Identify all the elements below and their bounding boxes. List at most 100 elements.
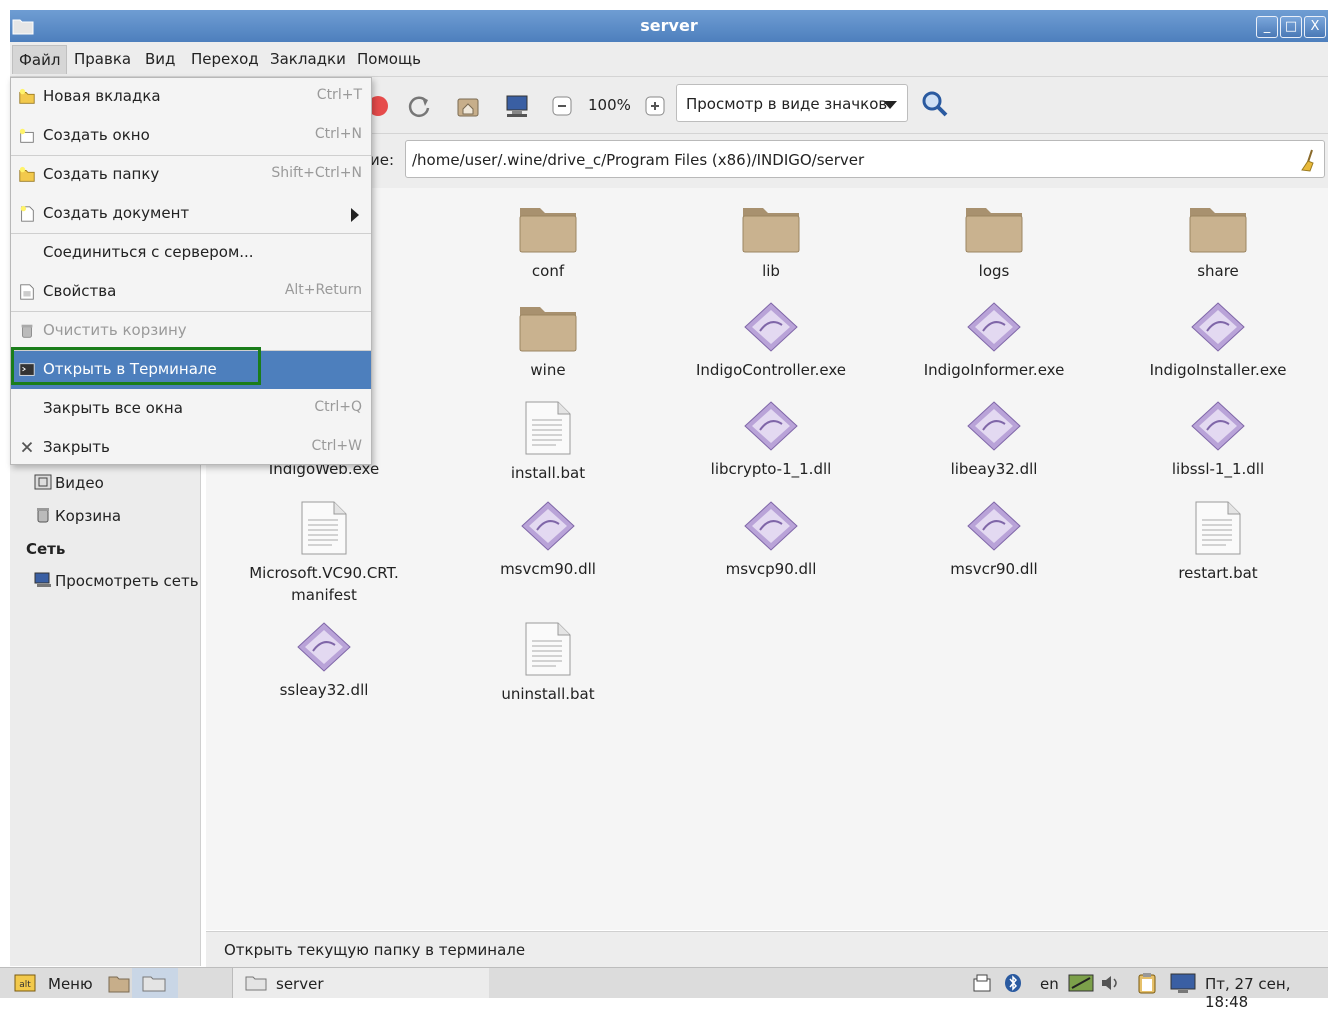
file-name: share — [1197, 262, 1239, 280]
file-menu-item[interactable]: Соединиться с сервером... — [11, 234, 371, 272]
clear-broom-icon[interactable] — [1298, 148, 1318, 172]
file-menu-item[interactable]: Закрыть Ctrl+W — [11, 429, 371, 467]
maximize-button[interactable]: □ — [1280, 16, 1302, 38]
reload-icon[interactable] — [406, 93, 432, 119]
file-name-line2: manifest — [291, 586, 357, 604]
file-item[interactable]: conf — [448, 202, 648, 282]
close-window-button[interactable]: X — [1304, 16, 1326, 38]
file-menu-item[interactable]: Создать папку Shift+Ctrl+N — [11, 156, 371, 194]
text-file-icon — [525, 622, 571, 676]
clipboard-icon[interactable] — [1136, 972, 1158, 994]
sidebar-item-label: Видео — [55, 474, 104, 492]
network-status-icon[interactable] — [1068, 973, 1094, 993]
computer-icon[interactable] — [504, 93, 530, 119]
new-window-icon — [19, 128, 34, 143]
bluetooth-icon[interactable] — [1004, 973, 1022, 993]
executable-icon — [521, 501, 575, 551]
minimize-button[interactable]: _ — [1256, 16, 1278, 38]
file-name: msvcm90.dll — [500, 560, 596, 578]
close-icon — [21, 441, 33, 453]
home-folder-icon[interactable] — [108, 973, 130, 993]
task-server[interactable]: server — [232, 968, 489, 998]
file-menu-item-shortcut: Shift+Ctrl+N — [271, 165, 362, 181]
file-menu-item-label: Создать окно — [43, 126, 150, 144]
file-item[interactable]: wine — [448, 301, 648, 381]
file-item[interactable]: IndigoController.exe — [671, 301, 871, 381]
file-item[interactable]: install.bat — [448, 400, 648, 484]
show-desktop-button[interactable] — [132, 968, 178, 998]
home-icon[interactable] — [455, 93, 481, 119]
file-item[interactable]: uninstall.bat — [448, 621, 648, 705]
menu-bookmarks[interactable]: Закладки — [270, 50, 346, 68]
file-menu-item[interactable]: Новая вкладка Ctrl+T — [11, 78, 371, 116]
chevron-down-icon — [883, 101, 897, 109]
menu-view[interactable]: Вид — [145, 50, 175, 68]
window-titlebar[interactable]: server _ □ X — [10, 10, 1328, 43]
file-name: logs — [978, 262, 1010, 280]
menu-go[interactable]: Переход — [191, 50, 259, 68]
file-menu-item-shortcut: Ctrl+Q — [314, 399, 362, 415]
file-menu-item-label: Закрыть — [43, 438, 110, 456]
menu-edit[interactable]: Правка — [74, 50, 131, 68]
file-menu-item[interactable]: Свойства Alt+Return — [11, 273, 371, 311]
zoom-in-icon[interactable] — [645, 96, 665, 116]
window-title: server — [640, 16, 698, 35]
video-icon — [34, 474, 52, 490]
file-menu-item[interactable]: Создать документ — [11, 195, 371, 233]
text-file-icon — [1195, 501, 1241, 555]
file-item[interactable]: msvcr90.dll — [894, 500, 1094, 580]
file-item[interactable]: lib — [671, 202, 871, 282]
window-list-icon[interactable] — [972, 973, 992, 993]
start-menu-icon[interactable]: alt — [14, 974, 36, 992]
file-menu-item-label: Закрыть все окна — [43, 399, 183, 417]
properties-icon — [20, 284, 34, 300]
file-menu-item-label: Новая вкладка — [43, 87, 161, 105]
file-item[interactable]: ssleay32.dll — [224, 621, 424, 701]
location-path: /home/user/.wine/drive_c/Program Files (… — [412, 151, 865, 169]
file-name: uninstall.bat — [501, 685, 595, 703]
folder-icon — [1189, 208, 1247, 253]
text-file-icon — [301, 501, 347, 555]
file-item[interactable]: libcrypto-1_1.dll — [671, 400, 871, 480]
file-menu-item[interactable]: Закрыть все окна Ctrl+Q — [11, 390, 371, 428]
file-item[interactable]: msvcm90.dll — [448, 500, 648, 580]
keyboard-layout[interactable]: en — [1040, 975, 1059, 993]
file-item[interactable]: share — [1118, 202, 1318, 282]
file-menu-item[interactable]: Создать окно Ctrl+N — [11, 117, 371, 155]
volume-icon[interactable] — [1100, 973, 1122, 993]
file-item[interactable]: IndigoInstaller.exe — [1118, 301, 1318, 381]
file-item[interactable]: restart.bat — [1118, 500, 1318, 584]
location-input[interactable]: /home/user/.wine/drive_c/Program Files (… — [405, 140, 1325, 178]
executable-icon — [744, 501, 798, 551]
zoom-out-icon[interactable] — [552, 96, 572, 116]
file-name: conf — [531, 262, 565, 280]
file-item[interactable]: logs — [894, 202, 1094, 282]
start-menu-label[interactable]: Меню — [48, 975, 93, 993]
file-item[interactable]: libeay32.dll — [894, 400, 1094, 480]
trash-icon — [21, 324, 33, 338]
sidebar-item-trash[interactable]: Корзина — [34, 507, 121, 525]
sidebar-item-video[interactable]: Видео — [34, 474, 104, 492]
search-icon[interactable] — [920, 89, 950, 119]
file-item[interactable]: IndigoInformer.exe — [894, 301, 1094, 381]
clock[interactable]: Пт, 27 сен, 18:48 — [1205, 975, 1328, 1011]
file-view: conf lib logs share wine IndigoController.exe… — [206, 188, 1328, 930]
file-item[interactable]: libssl-1_1.dll — [1118, 400, 1318, 480]
executable-icon — [967, 401, 1021, 451]
file-name: Microsoft.VC90.CRT. — [249, 564, 399, 582]
file-name: IndigoInformer.exe — [923, 361, 1065, 379]
text-file-icon — [525, 401, 571, 455]
sidebar-item-browse-network[interactable]: Просмотреть сеть — [34, 572, 199, 590]
file-name: restart.bat — [1178, 564, 1258, 582]
file-menu: Новая вкладка Ctrl+T Создать окно Ctrl+N Соз… — [10, 77, 372, 465]
view-mode-select[interactable]: Просмотр в виде значков — [676, 84, 908, 122]
file-item[interactable]: msvcp90.dll — [671, 500, 871, 580]
folder-icon — [519, 208, 577, 253]
display-icon[interactable] — [1170, 972, 1196, 994]
highlight-box — [11, 347, 261, 385]
menu-separator — [11, 155, 371, 156]
menubar: Файл Правка Вид Переход Закладки Помощь — [10, 42, 1328, 77]
menu-help[interactable]: Помощь — [357, 50, 421, 68]
menu-file[interactable]: Файл — [12, 45, 68, 74]
file-item[interactable]: Microsoft.VC90.CRT. manifest — [224, 500, 424, 606]
